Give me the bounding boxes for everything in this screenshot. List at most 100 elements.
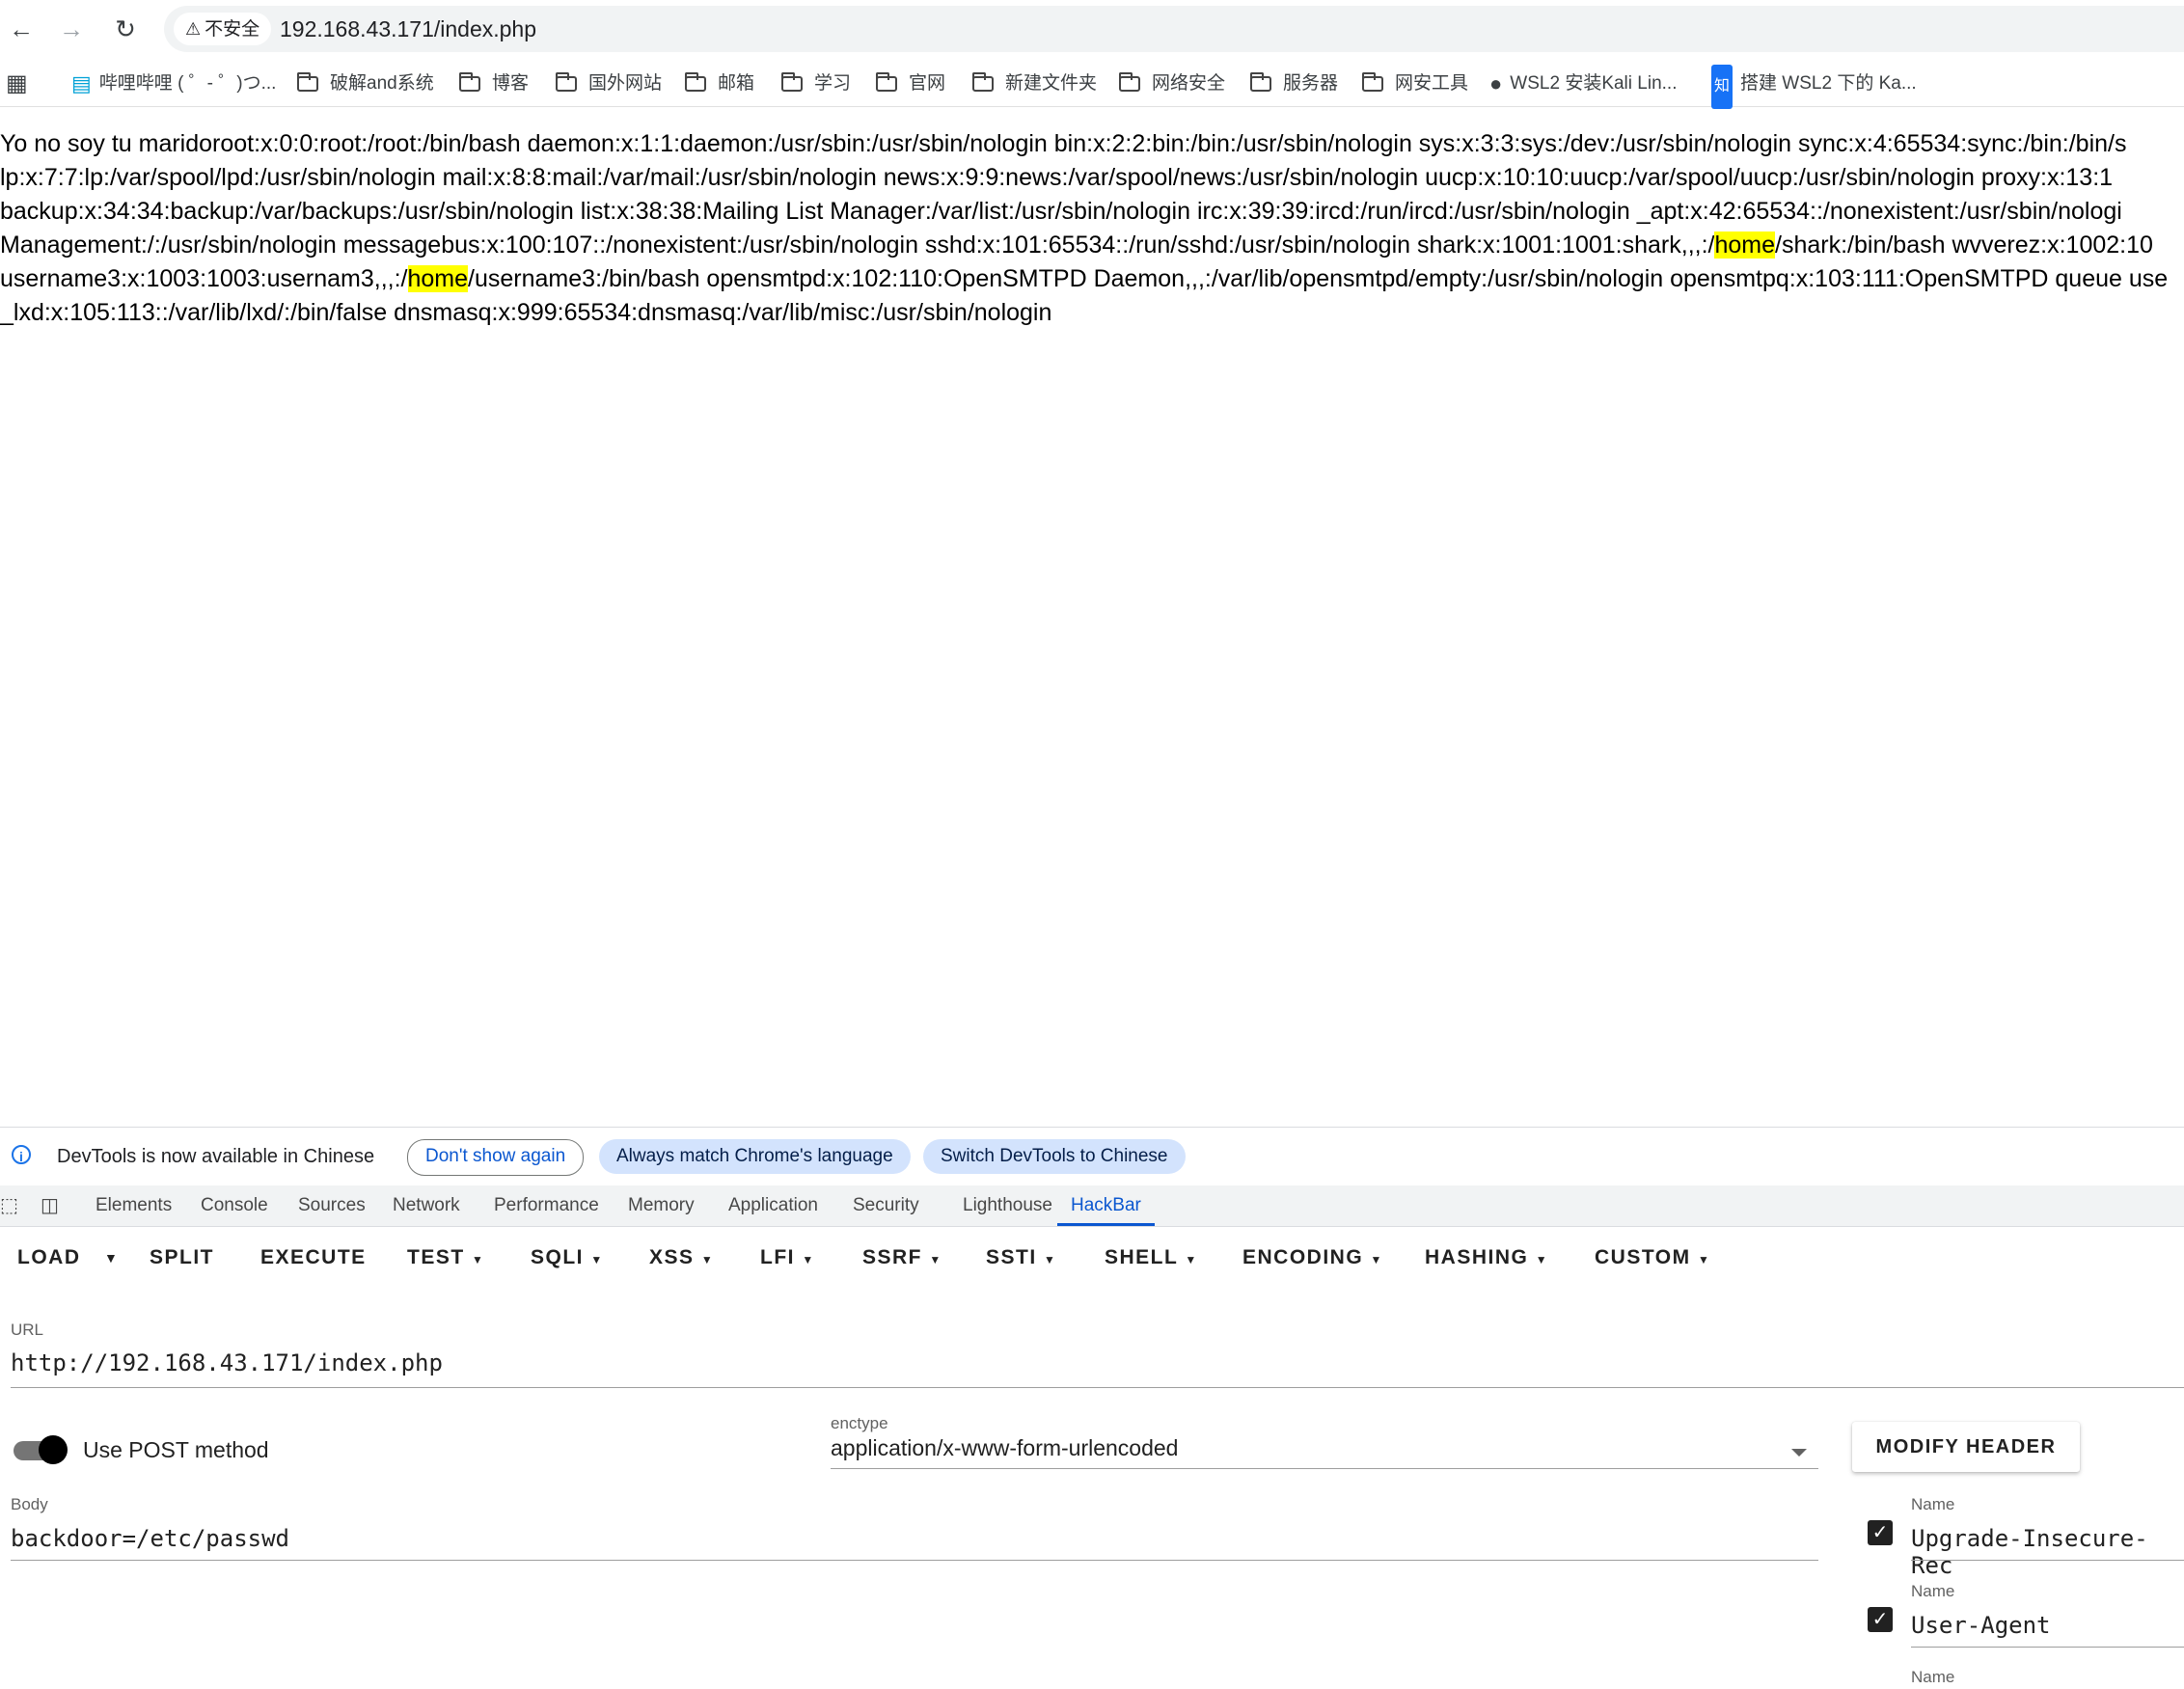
header-name-input[interactable]: User-Agent: [1911, 1612, 2051, 1639]
tab-hackbar[interactable]: HackBar: [1057, 1185, 1155, 1226]
enctype-select[interactable]: application/x-www-form-urlencoded: [831, 1435, 1178, 1461]
bookmarks-bar: ▦ ▤ 哔哩哔哩 ( ゜- ゜)つ... 破解and系统 博客 国外网站 邮箱 学…: [0, 62, 2184, 109]
caret-down-icon: ▼: [929, 1253, 942, 1267]
apps-grid-icon[interactable]: ▦: [6, 62, 28, 106]
devtools-tabs: ⬚ ◫ Elements Console Sources Network Per…: [0, 1185, 2184, 1227]
folder-icon: [556, 72, 577, 92]
caret-down-icon: ▼: [802, 1253, 815, 1267]
body-label: Body: [11, 1495, 48, 1513]
header-checkbox[interactable]: ✓: [1868, 1607, 1893, 1632]
header-checkbox[interactable]: ✓: [1868, 1520, 1893, 1545]
reload-icon[interactable]: ↻: [110, 14, 141, 44]
load-dropdown-icon[interactable]: ▼: [104, 1227, 119, 1289]
passwd-line: Yo no soy tu maridoroot:x:0:0:root:/root…: [0, 130, 2127, 157]
always-match-language-button[interactable]: Always match Chrome's language: [599, 1139, 911, 1174]
bookmark-folder[interactable]: 博客: [459, 62, 529, 106]
tab-elements[interactable]: Elements: [96, 1185, 172, 1226]
hashing-menu[interactable]: HASHING ▼: [1425, 1227, 1548, 1289]
lfi-menu[interactable]: LFI ▼: [760, 1227, 815, 1289]
url-input[interactable]: http://192.168.43.171/index.php: [11, 1349, 443, 1376]
tab-performance[interactable]: Performance: [494, 1185, 599, 1226]
devtools-infobar: i DevTools is now available in Chinese D…: [0, 1128, 2184, 1185]
info-text: DevTools is now available in Chinese: [57, 1146, 375, 1167]
bilibili-icon: ▤: [71, 71, 92, 95]
post-toggle-knob[interactable]: [39, 1435, 68, 1464]
tab-lighthouse[interactable]: Lighthouse: [963, 1185, 1052, 1226]
caret-down-icon: ▼: [1044, 1253, 1057, 1267]
address-url[interactable]: 192.168.43.171/index.php: [280, 6, 536, 52]
enctype-label: enctype: [831, 1414, 888, 1432]
bookmark-wsl2-kali[interactable]: ● WSL2 安装Kali Lin...: [1489, 62, 1677, 106]
hackbar-toolbar: LOAD ▼ SPLIT EXECUTE TEST ▼ SQLI ▼ XSS ▼…: [0, 1227, 2184, 1289]
modify-header-button[interactable]: MODIFY HEADER: [1852, 1422, 2080, 1472]
folder-icon: [297, 72, 318, 92]
bookmark-folder[interactable]: 新建文件夹: [972, 62, 1097, 106]
search-highlight: home: [1714, 232, 1776, 259]
back-arrow-icon[interactable]: ←: [6, 14, 37, 44]
dont-show-again-button[interactable]: Don't show again: [407, 1139, 585, 1176]
devtools-panel: i DevTools is now available in Chinese D…: [0, 1127, 2184, 1689]
ssti-menu[interactable]: SSTI ▼: [986, 1227, 1056, 1289]
security-chip[interactable]: ⚠ 不安全: [174, 13, 272, 45]
tab-memory[interactable]: Memory: [628, 1185, 695, 1226]
passwd-line: username3:x:1003:1003:usernam3,,,:/home/…: [0, 265, 2169, 292]
tab-console[interactable]: Console: [201, 1185, 268, 1226]
switch-devtools-chinese-button[interactable]: Switch DevTools to Chinese: [923, 1139, 1186, 1174]
select-arrow-icon[interactable]: [1791, 1449, 1807, 1457]
post-method-label: Use POST method: [83, 1437, 269, 1462]
bookmark-folder[interactable]: 学习: [781, 62, 851, 106]
folder-icon: [1362, 72, 1383, 92]
tab-network[interactable]: Network: [393, 1185, 460, 1226]
url-label: URL: [11, 1321, 44, 1339]
warning-icon: ⚠: [185, 19, 202, 39]
zhihu-icon: 知: [1711, 65, 1734, 109]
tab-sources[interactable]: Sources: [298, 1185, 366, 1226]
folder-icon: [685, 72, 706, 92]
folder-icon: [972, 72, 994, 92]
test-menu[interactable]: TEST ▼: [407, 1227, 484, 1289]
github-icon: ●: [1489, 71, 1503, 95]
bookmark-folder[interactable]: 邮箱: [685, 62, 754, 106]
body-input[interactable]: backdoor=/etc/passwd: [11, 1525, 289, 1552]
xss-menu[interactable]: XSS ▼: [649, 1227, 714, 1289]
load-button[interactable]: LOAD: [17, 1227, 81, 1289]
sqli-menu[interactable]: SQLI ▼: [531, 1227, 604, 1289]
passwd-line: lp:x:7:7:lp:/var/spool/lpd:/usr/sbin/nol…: [0, 164, 2114, 191]
header-underline: [1911, 1647, 2184, 1648]
passwd-line: _lxd:x:105:113::/var/lib/lxd/:/bin/false…: [0, 299, 1052, 326]
inspect-element-icon[interactable]: ⬚: [0, 1193, 23, 1216]
bookmark-folder[interactable]: 网安工具: [1362, 62, 1468, 106]
info-icon: i: [12, 1145, 31, 1164]
bookmark-folder[interactable]: 官网: [876, 62, 945, 106]
passwd-line: Management:/:/usr/sbin/nologin messagebu…: [0, 232, 2153, 259]
body-underline: [11, 1560, 1818, 1561]
folder-icon: [781, 72, 803, 92]
caret-down-icon: ▼: [700, 1253, 715, 1267]
bookmark-folder[interactable]: 破解and系统: [297, 62, 434, 106]
tab-security[interactable]: Security: [853, 1185, 919, 1226]
shell-menu[interactable]: SHELL ▼: [1105, 1227, 1198, 1289]
bookmark-zhihu[interactable]: 知搭建 WSL2 下的 Ka...: [1711, 62, 1917, 109]
bookmark-folder[interactable]: 服务器: [1250, 62, 1338, 106]
header-name-input[interactable]: Upgrade-Insecure-Rec: [1911, 1525, 2184, 1579]
page-content: Yo no soy tu maridoroot:x:0:0:root:/root…: [0, 127, 2184, 330]
passwd-line: backup:x:34:34:backup:/var/backups:/usr/…: [0, 198, 2122, 225]
address-bar[interactable]: ⚠ 不安全 192.168.43.171/index.php: [164, 6, 2184, 52]
bookmark-bilibili[interactable]: ▤ 哔哩哔哩 ( ゜- ゜)つ...: [71, 62, 276, 106]
caret-down-icon: ▼: [1185, 1253, 1198, 1267]
folder-icon: [1250, 72, 1271, 92]
device-toolbar-icon[interactable]: ◫: [41, 1193, 64, 1216]
caret-down-icon: ▼: [590, 1253, 604, 1267]
header-name-label: Name: [1911, 1668, 1955, 1686]
execute-button[interactable]: EXECUTE: [260, 1227, 367, 1289]
ssrf-menu[interactable]: SSRF ▼: [862, 1227, 942, 1289]
caret-down-icon: ▼: [472, 1253, 485, 1267]
enctype-underline: [831, 1468, 1818, 1469]
bookmark-folder[interactable]: 国外网站: [556, 62, 662, 106]
custom-menu[interactable]: CUSTOM ▼: [1595, 1227, 1710, 1289]
tab-application[interactable]: Application: [728, 1185, 818, 1226]
encoding-menu[interactable]: ENCODING ▼: [1242, 1227, 1383, 1289]
bookmark-folder[interactable]: 网络安全: [1119, 62, 1225, 106]
split-button[interactable]: SPLIT: [150, 1227, 214, 1289]
forward-arrow-icon[interactable]: →: [56, 14, 87, 44]
